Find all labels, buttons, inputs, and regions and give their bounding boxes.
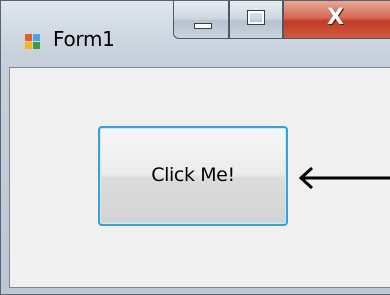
maximize-icon <box>247 10 265 25</box>
window-title: Form1 <box>53 27 115 51</box>
form-window: Form1 X Click Me! <box>0 0 390 295</box>
maximize-button[interactable] <box>229 1 283 39</box>
click-me-button-label: Click Me! <box>151 164 235 186</box>
close-button[interactable]: X <box>283 1 390 39</box>
caption-buttons: X <box>173 1 390 41</box>
minimize-icon <box>194 23 212 29</box>
left-arrow-icon <box>298 166 390 190</box>
app-icon[interactable] <box>25 34 41 50</box>
minimize-button[interactable] <box>173 1 229 39</box>
click-me-button[interactable]: Click Me! <box>98 126 288 226</box>
close-icon: X <box>327 5 344 30</box>
